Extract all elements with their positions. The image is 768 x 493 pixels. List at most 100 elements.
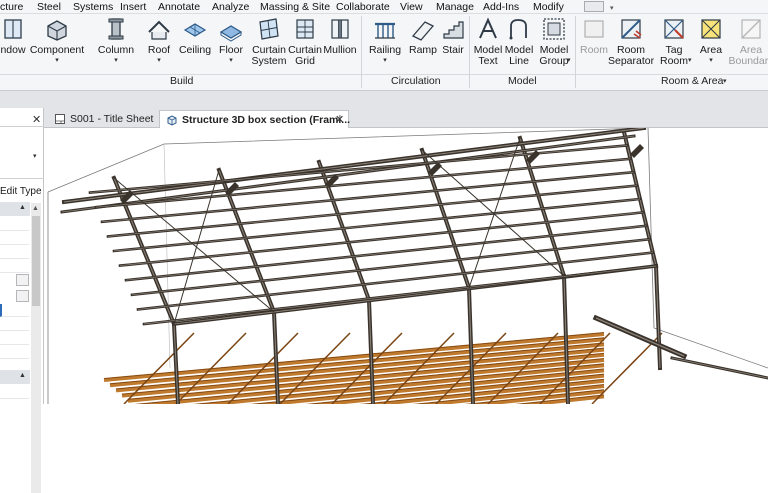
sheet-icon bbox=[55, 114, 65, 124]
menu-modify[interactable]: Modify bbox=[533, 1, 564, 13]
menu-view[interactable]: View bbox=[400, 1, 423, 13]
3d-viewport[interactable] bbox=[44, 128, 768, 404]
property-row[interactable] bbox=[0, 386, 29, 399]
palette-divider bbox=[0, 178, 44, 179]
tag-room-button[interactable]: Tag Room bbox=[658, 16, 690, 67]
3d-view-icon bbox=[167, 115, 177, 126]
menu-manage[interactable]: Manage bbox=[436, 1, 474, 13]
model-group-button[interactable]: Model Group bbox=[537, 16, 571, 67]
curtain-grid-icon bbox=[296, 19, 314, 39]
area-boundary-button[interactable]: AreaBoundary bbox=[728, 16, 768, 67]
property-row[interactable] bbox=[0, 332, 29, 345]
area-boundary-icon bbox=[741, 19, 761, 39]
railing-icon bbox=[375, 22, 395, 39]
chevron-down-icon: ▾ bbox=[55, 57, 59, 64]
property-row[interactable] bbox=[0, 218, 29, 231]
column-icon bbox=[108, 18, 124, 40]
menu-collaborate[interactable]: Collaborate bbox=[336, 1, 390, 13]
menu-steel[interactable]: Steel bbox=[37, 1, 61, 13]
circulation-panel-label[interactable]: Circulation bbox=[391, 75, 441, 87]
room-icon bbox=[584, 20, 604, 38]
tag-room-icon bbox=[664, 19, 684, 39]
steel-gusset bbox=[630, 144, 644, 158]
property-row[interactable] bbox=[0, 318, 29, 331]
chevron-down-icon: ▾ bbox=[383, 57, 387, 64]
chevron-down-icon: ▾ bbox=[157, 57, 161, 64]
tab-title-sheet[interactable]: S001 - Title Sheet bbox=[48, 110, 158, 128]
chevron-down-icon[interactable]: ▾ bbox=[33, 152, 37, 160]
railing-button[interactable]: Railing ▾ bbox=[366, 16, 404, 64]
property-row-selected[interactable] bbox=[0, 304, 29, 317]
window-icon bbox=[4, 19, 22, 39]
model-line-button[interactable]: Model Line bbox=[504, 16, 534, 67]
3d-model-canvas[interactable] bbox=[44, 128, 768, 404]
model-group-icon bbox=[543, 18, 565, 40]
menu-add-ins[interactable]: Add-Ins bbox=[483, 1, 519, 13]
roof-button[interactable]: Roof ▾ bbox=[144, 16, 174, 64]
floor-button[interactable]: Floor ▾ bbox=[216, 16, 246, 64]
chevron-down-icon: ▾ bbox=[688, 57, 692, 64]
ceiling-button[interactable]: Ceiling bbox=[178, 16, 212, 56]
roof-icon bbox=[148, 20, 170, 40]
ribbon: ndow Component ▾ Column ▾ Roof ▾ Ceiling Fl… bbox=[0, 14, 768, 90]
tab-structure-3d-box-section[interactable]: Structure 3D box section (Frami... ✕ bbox=[159, 110, 350, 128]
menu-analyze[interactable]: Analyze bbox=[212, 1, 249, 13]
curtain-system-button[interactable]: Curtain System bbox=[251, 16, 287, 67]
component-icon bbox=[47, 20, 67, 41]
palette-divider bbox=[0, 126, 44, 127]
area-button[interactable]: Area ▾ bbox=[695, 16, 727, 64]
menu-massing-site[interactable]: Massing & Site bbox=[260, 1, 330, 13]
menu-insert[interactable]: Insert bbox=[120, 1, 146, 13]
property-value-button[interactable] bbox=[16, 290, 29, 302]
edit-type-button[interactable]: Edit Type bbox=[0, 186, 44, 197]
ramp-icon bbox=[411, 21, 435, 41]
property-row[interactable] bbox=[0, 260, 29, 273]
ceiling-icon bbox=[183, 23, 207, 37]
room-area-panel-label[interactable]: Room & Area bbox=[661, 75, 723, 87]
room-separator-button[interactable]: Room Separator bbox=[608, 16, 654, 67]
model-text-icon bbox=[479, 17, 497, 39]
palette-scrollbar-thumb[interactable] bbox=[32, 216, 40, 306]
component-button[interactable]: Component ▾ bbox=[28, 16, 86, 64]
model-panel-label[interactable]: Model bbox=[508, 75, 537, 87]
view-tab-strip: S001 - Title Sheet Structure 3D box sect… bbox=[44, 108, 768, 128]
curtain-system-icon bbox=[259, 18, 279, 40]
chevron-down-icon: ▾ bbox=[229, 57, 233, 64]
area-icon bbox=[701, 19, 721, 39]
options-bar bbox=[0, 90, 768, 108]
column-button[interactable]: Column ▾ bbox=[96, 16, 136, 64]
room-button[interactable]: Room bbox=[578, 16, 610, 56]
menu-systems[interactable]: Systems bbox=[73, 1, 113, 13]
chevron-down-icon[interactable]: ▾ bbox=[723, 77, 727, 85]
properties-palette: ✕ ▾ Edit Type ▲ ▲ ▲ bbox=[0, 108, 44, 493]
property-row[interactable] bbox=[0, 346, 29, 359]
stair-button[interactable]: Stair bbox=[439, 16, 467, 56]
ramp-button[interactable]: Ramp bbox=[407, 16, 439, 56]
menu-annotate[interactable]: Annotate bbox=[158, 1, 200, 13]
stair-icon bbox=[443, 21, 464, 39]
chevron-down-icon: ▾ bbox=[709, 57, 713, 64]
contextual-tab-button[interactable] bbox=[584, 1, 604, 12]
property-row[interactable] bbox=[0, 246, 29, 259]
chevron-up-icon[interactable]: ▲ bbox=[19, 372, 26, 379]
steel-brace bbox=[468, 137, 521, 289]
property-value-button[interactable] bbox=[16, 274, 29, 286]
curtain-grid-button[interactable]: Curtain Grid bbox=[288, 16, 322, 67]
chevron-down-icon[interactable]: ▾ bbox=[610, 4, 614, 12]
close-icon[interactable]: ✕ bbox=[32, 113, 41, 126]
build-panel-label[interactable]: Build bbox=[170, 75, 193, 87]
chevron-down-icon: ▾ bbox=[114, 57, 118, 64]
window-button[interactable]: ndow bbox=[0, 16, 28, 56]
mullion-button[interactable]: Mullion bbox=[323, 16, 357, 56]
close-icon[interactable]: ✕ bbox=[335, 113, 344, 126]
menu-bar: cture Steel Systems Insert Annotate Anal… bbox=[0, 0, 768, 14]
menu-structure[interactable]: cture bbox=[0, 1, 23, 13]
chevron-up-icon[interactable]: ▲ bbox=[19, 204, 26, 211]
property-row[interactable] bbox=[0, 232, 29, 245]
scroll-up-icon[interactable]: ▲ bbox=[32, 205, 39, 212]
model-text-button[interactable]: Model Text bbox=[472, 16, 504, 67]
model-line-icon bbox=[509, 19, 527, 40]
section-box-edge bbox=[163, 143, 171, 369]
room-separator-icon bbox=[621, 19, 642, 39]
mullion-icon bbox=[331, 19, 349, 39]
